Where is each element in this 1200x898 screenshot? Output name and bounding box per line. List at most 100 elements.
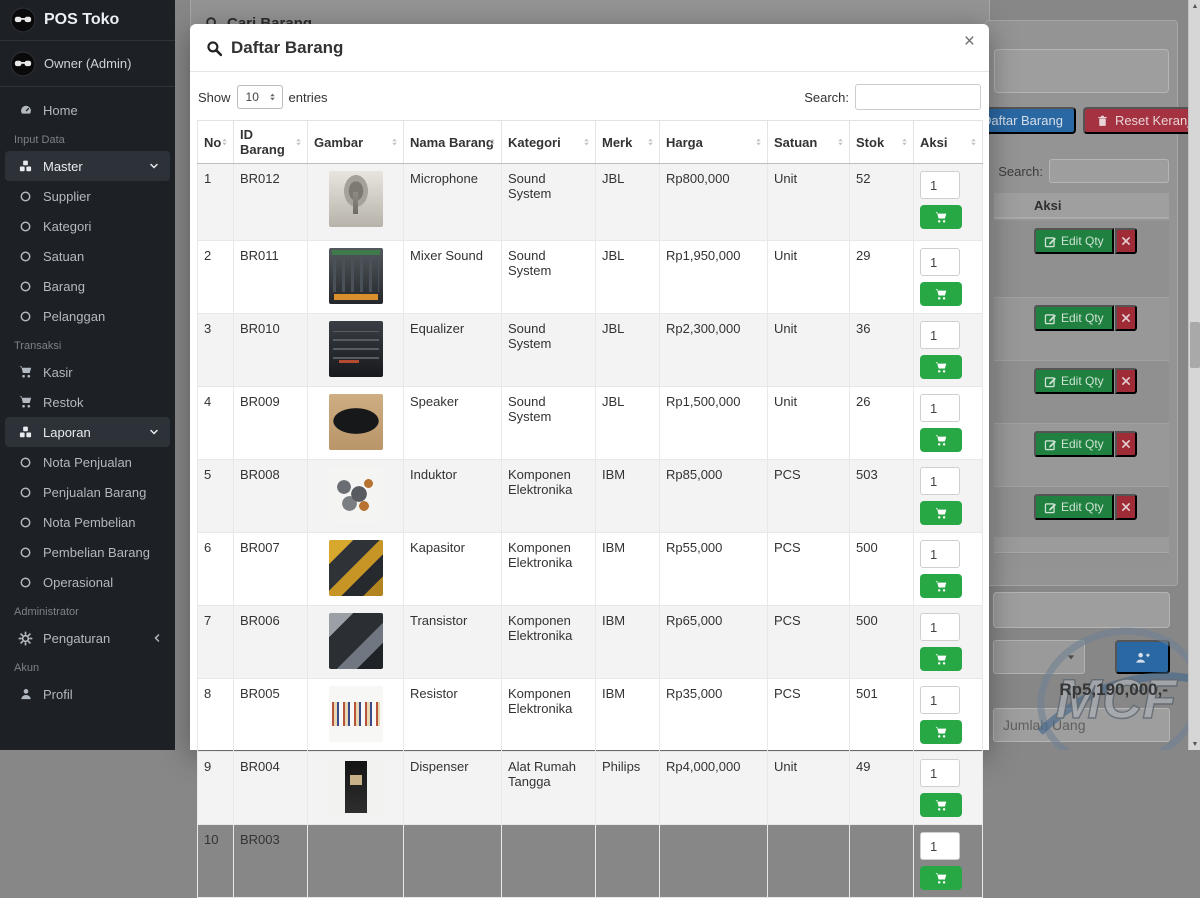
sidebar-item-label: Kategori	[43, 219, 91, 234]
sidebar-item-pembelian-barang[interactable]: Pembelian Barang	[0, 537, 175, 567]
page-length-select[interactable]: 10	[237, 85, 283, 109]
sidebar-item-nota-pembelian[interactable]: Nota Pembelian	[0, 507, 175, 537]
add-customer-button[interactable]	[1115, 640, 1170, 674]
column-header-aksi[interactable]: Aksi	[914, 121, 983, 164]
qty-input[interactable]	[920, 248, 960, 276]
add-to-cart-button[interactable]	[920, 793, 962, 817]
sidebar-item-label: Penjualan Barang	[43, 485, 146, 500]
qty-input[interactable]	[920, 540, 960, 568]
qty-input[interactable]	[920, 759, 960, 787]
item-unit: PCS	[768, 679, 850, 752]
cart-icon	[934, 361, 948, 374]
sidebar-item-restok[interactable]: Restok	[0, 387, 175, 417]
payment-input[interactable]	[993, 592, 1170, 628]
sidebar-item-kategori[interactable]: Kategori	[0, 211, 175, 241]
sidebar-item-pengaturan[interactable]: Pengaturan	[0, 623, 175, 653]
sidebar-item-satuan[interactable]: Satuan	[0, 241, 175, 271]
add-to-cart-button[interactable]	[920, 282, 962, 306]
remove-item-button[interactable]	[1115, 305, 1137, 331]
circle-icon	[17, 188, 34, 204]
sidebar-item-pelanggan[interactable]: Pelanggan	[0, 301, 175, 331]
column-header-nama-barang[interactable]: Nama Barang	[404, 121, 502, 164]
add-to-cart-button[interactable]	[920, 501, 962, 525]
sidebar-item-home[interactable]: Home	[0, 95, 175, 125]
sidebar-item-barang[interactable]: Barang	[0, 271, 175, 301]
page-scrollbar[interactable]: ▲ ▼	[1188, 0, 1200, 750]
edit-qty-button[interactable]: Edit Qty	[1034, 368, 1114, 394]
remove-item-button[interactable]	[1115, 494, 1137, 520]
add-to-cart-button[interactable]	[920, 866, 962, 890]
column-header-harga[interactable]: Harga	[660, 121, 768, 164]
sidebar-item-nota-penjualan[interactable]: Nota Penjualan	[0, 447, 175, 477]
column-header-stok[interactable]: Stok	[850, 121, 914, 164]
sidebar-section-label: Akun	[0, 653, 175, 679]
sidebar-item-master[interactable]: Master	[5, 151, 170, 181]
cart-search-label: Search:	[998, 164, 1043, 179]
scroll-down-arrow[interactable]: ▼	[1189, 738, 1200, 750]
sidebar-item-label: Pelanggan	[43, 309, 105, 324]
scrollbar-thumb[interactable]	[1190, 322, 1200, 368]
qty-input[interactable]	[920, 613, 960, 641]
item-id: BR012	[234, 164, 308, 241]
item-price: Rp65,000	[660, 606, 768, 679]
total-amount: Rp5,190,000,-	[1059, 680, 1168, 700]
sidebar-item-profil[interactable]: Profil	[0, 679, 175, 709]
item-price	[660, 825, 768, 898]
item-category: Komponen Elektronika	[502, 460, 596, 533]
column-header-kategori[interactable]: Kategori	[502, 121, 596, 164]
cari-barang-input[interactable]	[994, 49, 1169, 93]
remove-item-button[interactable]	[1115, 228, 1137, 254]
add-to-cart-button[interactable]	[920, 205, 962, 229]
add-to-cart-button[interactable]	[920, 647, 962, 671]
column-header-merk[interactable]: Merk	[596, 121, 660, 164]
column-header-no[interactable]: No	[198, 121, 234, 164]
add-to-cart-button[interactable]	[920, 355, 962, 379]
scroll-up-arrow[interactable]: ▲	[1189, 0, 1200, 12]
jumlah-uang-input[interactable]	[993, 708, 1170, 742]
edit-qty-button[interactable]: Edit Qty	[1034, 431, 1114, 457]
cart-icon	[934, 507, 948, 520]
column-header-satuan[interactable]: Satuan	[768, 121, 850, 164]
qty-input[interactable]	[920, 394, 960, 422]
sidebar-item-label: Supplier	[43, 189, 91, 204]
item-name: Transistor	[404, 606, 502, 679]
app-brand: POS Toko	[0, 0, 175, 41]
qty-input[interactable]	[920, 832, 960, 860]
column-header-id-barang[interactable]: ID Barang	[234, 121, 308, 164]
qty-input[interactable]	[920, 467, 960, 495]
sidebar-item-kasir[interactable]: Kasir	[0, 357, 175, 387]
add-to-cart-button[interactable]	[920, 720, 962, 744]
item-stock: 49	[850, 752, 914, 825]
sidebar-section-label: Input Data	[0, 125, 175, 151]
sidebar-item-supplier[interactable]: Supplier	[0, 181, 175, 211]
add-to-cart-button[interactable]	[920, 574, 962, 598]
sidebar-item-label: Home	[43, 103, 78, 118]
transistor-photo	[329, 613, 383, 669]
table-search-input[interactable]	[855, 84, 981, 110]
cart-search-input[interactable]	[1049, 159, 1169, 183]
qty-input[interactable]	[920, 686, 960, 714]
reset-keranjang-button[interactable]: Reset Keranjang	[1083, 107, 1188, 134]
edit-qty-button[interactable]: Edit Qty	[1034, 305, 1114, 331]
remove-item-button[interactable]	[1115, 431, 1137, 457]
circle-icon	[17, 514, 34, 530]
sidebar-item-operasional[interactable]: Operasional	[0, 567, 175, 597]
item-no: 10	[198, 825, 234, 898]
remove-item-button[interactable]	[1115, 368, 1137, 394]
item-no: 7	[198, 606, 234, 679]
close-icon[interactable]: ×	[964, 32, 975, 51]
mixer-photo	[329, 248, 383, 304]
add-to-cart-button[interactable]	[920, 428, 962, 452]
item-stock: 501	[850, 679, 914, 752]
qty-input[interactable]	[920, 321, 960, 349]
customer-select[interactable]	[993, 640, 1085, 674]
sidebar-item-penjualan-barang[interactable]: Penjualan Barang	[0, 477, 175, 507]
chevron-left-icon	[151, 632, 163, 644]
edit-qty-button[interactable]: Edit Qty	[1034, 494, 1114, 520]
sidebar-item-label: Nota Penjualan	[43, 455, 132, 470]
x-icon	[1121, 236, 1131, 246]
qty-input[interactable]	[920, 171, 960, 199]
sidebar-item-laporan[interactable]: Laporan	[5, 417, 170, 447]
column-header-gambar[interactable]: Gambar	[308, 121, 404, 164]
edit-qty-button[interactable]: Edit Qty	[1034, 228, 1114, 254]
